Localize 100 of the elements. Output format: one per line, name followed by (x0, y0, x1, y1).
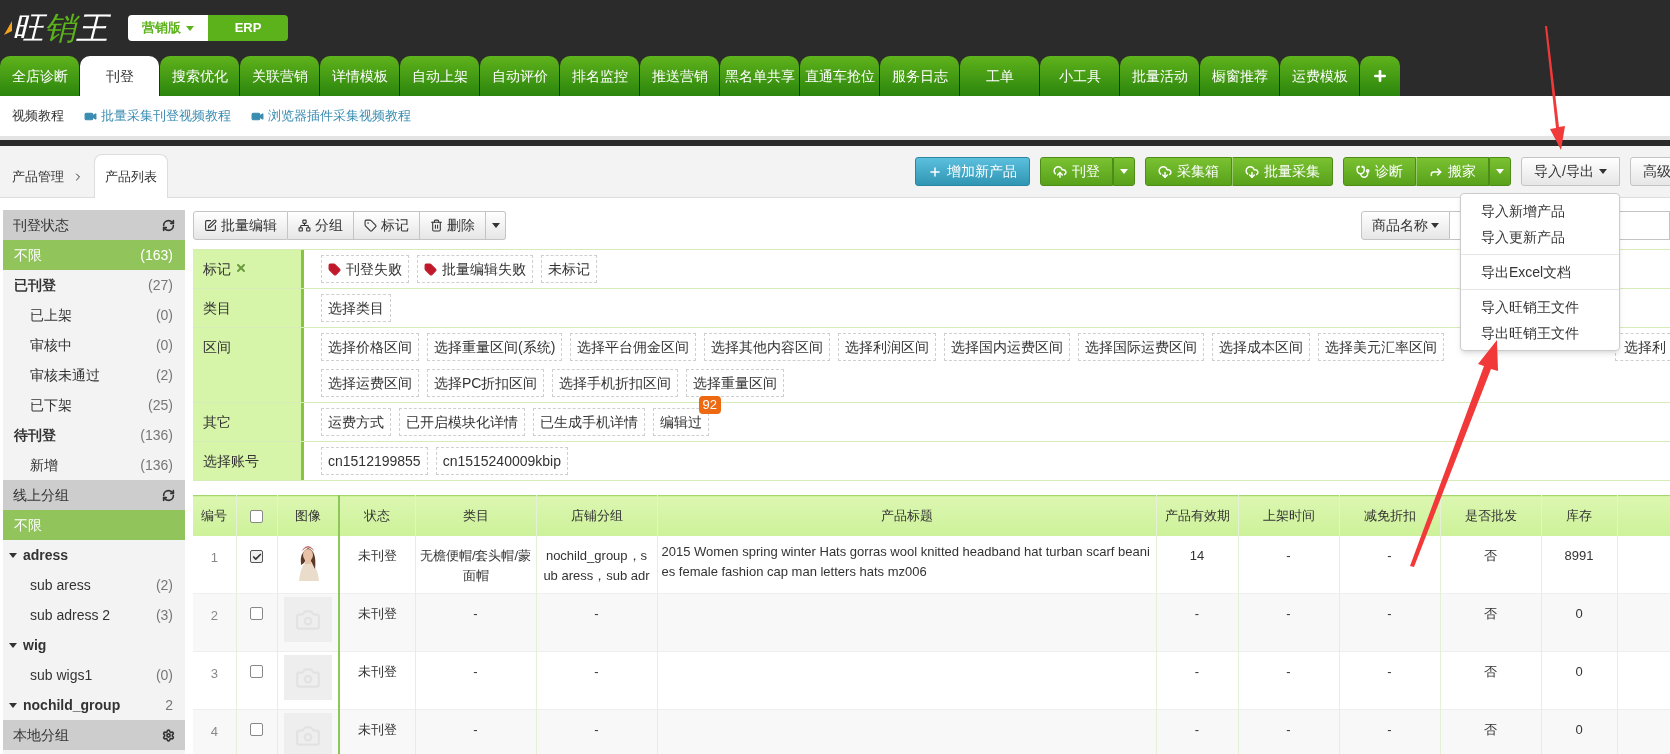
sidebar-item[interactable]: 审核未通过 (2) (3, 360, 185, 390)
close-icon[interactable] (235, 262, 247, 274)
filter-chip[interactable]: 选择利润区间 (838, 333, 937, 361)
nav-tab[interactable]: 推送营销 (640, 56, 719, 96)
filter-chip[interactable]: 选择美元汇率区间 (1318, 333, 1445, 361)
table-cell: - (415, 709, 536, 754)
menu-item[interactable]: 导出Excel文档 (1461, 259, 1619, 285)
filter-chip[interactable]: 刊登失败 (321, 255, 409, 283)
item-count: (163) (140, 245, 173, 265)
item-count: (0) (155, 305, 173, 325)
filter-chip[interactable]: 选择平台佣金区间 (570, 333, 697, 361)
sidebar-item[interactable]: sub aress (2) (3, 570, 185, 600)
row-checkbox[interactable] (250, 607, 263, 620)
filter-chip[interactable]: 选择国内运费区间 (944, 333, 1071, 361)
table-cell: - (1238, 709, 1339, 754)
column-header[interactable]: 状态 (339, 495, 415, 536)
nav-tab[interactable]: 运费模板 (1280, 56, 1359, 96)
nav-tab[interactable]: 服务日志 (880, 56, 959, 96)
nav-tab[interactable]: 自动上架 (400, 56, 479, 96)
menu-item[interactable]: 导入旺销王文件 (1461, 294, 1619, 320)
action-button[interactable]: 导入/导出 (1521, 157, 1620, 186)
toolbar-button[interactable]: 删除 (420, 210, 486, 240)
sidebar-item[interactable]: 已刊登 (27) (3, 270, 185, 300)
select-all-checkbox[interactable] (250, 510, 263, 524)
table-cell: - (1238, 535, 1339, 594)
sidebar-item[interactable]: sub adress 2 (3) (3, 600, 185, 630)
caret-icon (1120, 169, 1129, 174)
filter-chip[interactable]: 已生成手机详情 (533, 408, 645, 436)
refresh-icon[interactable] (162, 218, 175, 232)
dropdown-toggle[interactable] (486, 210, 506, 240)
sidebar-item[interactable]: wig (3, 630, 185, 660)
filter-chip[interactable]: 选择其他内容区间 (704, 333, 831, 361)
column-header[interactable]: 产品有效期 (1156, 495, 1238, 536)
column-header[interactable]: 店铺分组 (536, 495, 657, 536)
filter-chip[interactable]: cn1515240009kbip (435, 447, 568, 475)
sidebar-item[interactable]: 已上架 (0) (3, 300, 185, 330)
filter-chip[interactable]: 未标记 (541, 255, 597, 283)
refresh-icon[interactable] (162, 488, 175, 502)
filter-chip[interactable]: 批量编辑失败 (417, 255, 533, 283)
toolbar-button[interactable]: 标记 (354, 210, 420, 240)
row-checkbox[interactable] (250, 665, 263, 678)
filter-chip[interactable]: 选择运费区间 (321, 369, 419, 397)
item-label: 已刊登 (14, 275, 56, 295)
section-title: 线上分组 (13, 485, 69, 505)
filter-chip[interactable]: 运费方式 (321, 408, 391, 436)
toolbar-button[interactable]: 分组 (288, 210, 354, 240)
item-count: (0) (155, 335, 173, 355)
dropdown-toggle[interactable] (1113, 157, 1136, 186)
item-count: (136) (140, 455, 173, 475)
logo: 旺销王 (12, 8, 114, 48)
sidebar-item[interactable]: adress (3, 540, 185, 570)
column-header[interactable]: 上架时间 (1238, 495, 1339, 536)
filter-chip[interactable]: cn1512199855 (321, 447, 428, 475)
sidebar-item[interactable]: sub wigs1 (0) (3, 660, 185, 690)
action-button[interactable]: 高级 (1630, 157, 1670, 186)
breadcrumb-tab[interactable]: 产品列表 (94, 154, 168, 198)
sidebar-item[interactable]: nochild_group 2 (3, 690, 185, 720)
table-cell: - (1156, 709, 1238, 754)
table-cell: 否 (1440, 535, 1541, 594)
nav-tab[interactable]: 橱窗推荐 (1200, 56, 1279, 96)
toolbar-button[interactable]: 批量编辑 (193, 210, 288, 240)
filter-chip[interactable]: 选择国际运费区间 (1078, 333, 1205, 361)
row-checkbox[interactable] (250, 550, 263, 563)
sidebar-item[interactable]: 待刊登 (136) (3, 420, 185, 450)
tutorial-link[interactable]: 浏览器插件采集视频教程 (251, 106, 411, 126)
sidebar-item[interactable]: 已下架 (25) (3, 390, 185, 420)
settings-icon[interactable] (162, 728, 175, 742)
nav-tab[interactable]: 关联营销 (240, 56, 319, 96)
sitemap-icon (298, 218, 311, 232)
caret-icon (1431, 222, 1439, 228)
filter-chip[interactable]: 选择手机折扣区间 (552, 369, 679, 397)
sidebar-item[interactable]: 新增 (136) (3, 450, 185, 480)
filter-chip[interactable]: 选择重量区间(系统) (427, 333, 563, 361)
nav-tab[interactable]: 工单 (960, 56, 1039, 96)
tutorial-link[interactable]: 批量采集刊登视频教程 (84, 106, 231, 126)
column-header[interactable]: 类目 (415, 495, 536, 536)
filter-chip[interactable]: 选择PC折扣区间 (427, 369, 545, 397)
filter-chip[interactable]: 已开启模块化详情 (399, 408, 525, 436)
column-header[interactable]: 产品标题 (657, 495, 1156, 536)
sidebar-item[interactable]: 审核中 (0) (3, 330, 185, 360)
filter-chip[interactable]: 选择成本区间 (1212, 333, 1311, 361)
filter-chip[interactable]: 选择类目 (321, 294, 391, 322)
menu-item[interactable]: 导入更新产品 (1461, 224, 1619, 250)
item-label: 审核中 (30, 335, 72, 355)
nav-tab[interactable]: 搜索优化 (160, 56, 239, 96)
table-cell: - (1238, 651, 1339, 710)
breadcrumb-link[interactable]: 产品管理 (12, 167, 64, 187)
filter-chip[interactable]: 选择价格区间 (321, 333, 419, 361)
nav-tab[interactable]: 刊登 (80, 56, 159, 96)
nav-tab[interactable]: 批量活动 (1120, 56, 1199, 96)
menu-item[interactable]: 导入新增产品 (1461, 198, 1619, 224)
item-label: wig (23, 635, 47, 655)
dropdown-toggle[interactable] (1489, 157, 1512, 186)
add-tab-button[interactable] (1360, 56, 1400, 96)
row-checkbox[interactable] (250, 723, 263, 736)
item-label: 已下架 (30, 395, 72, 415)
column-header: 编号 (193, 495, 236, 536)
search-field-select[interactable]: 商品名称 (1361, 210, 1450, 240)
column-header[interactable]: 库存 (1541, 495, 1617, 536)
nav-tab[interactable]: 全店诊断 (0, 56, 79, 96)
